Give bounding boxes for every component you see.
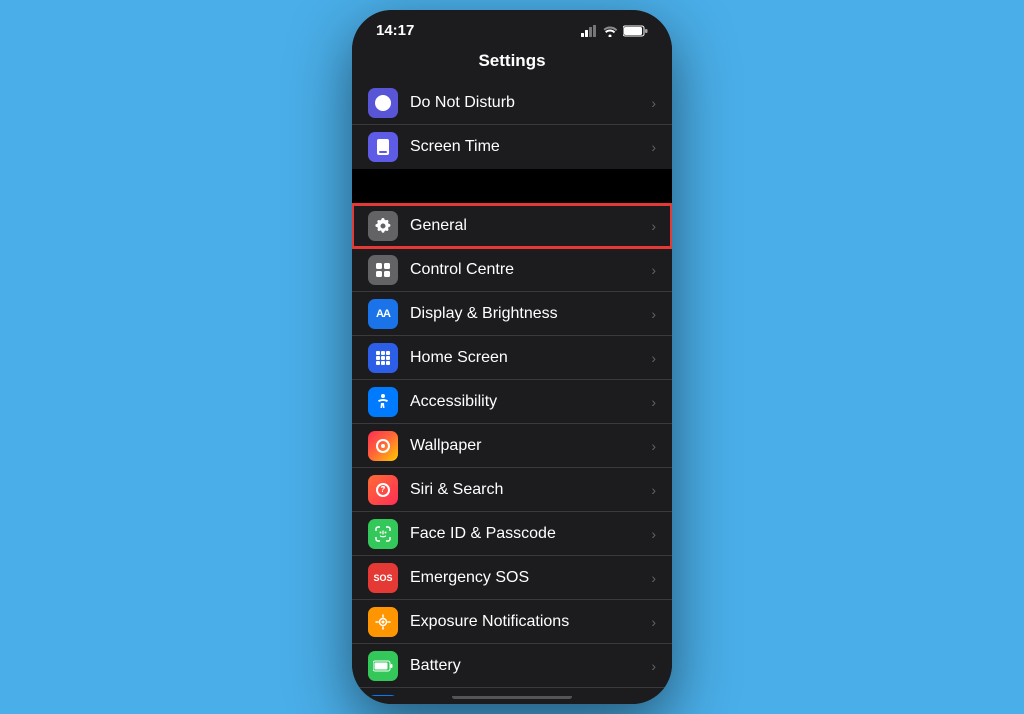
control-centre-label: Control Centre — [410, 261, 647, 279]
control-centre-item[interactable]: Control Centre › — [352, 248, 672, 292]
accessibility-label: Accessibility — [410, 393, 647, 411]
screen-time-label: Screen Time — [410, 138, 647, 156]
privacy-icon — [368, 695, 398, 696]
general-label: General — [410, 217, 647, 235]
home-screen-chevron: › — [651, 350, 656, 366]
section-do-not-disturb: Do Not Disturb › Screen Time › — [352, 81, 672, 169]
emergency-sos-icon: SOS — [368, 563, 398, 593]
do-not-disturb-chevron: › — [651, 95, 656, 111]
battery-label: Battery — [410, 657, 647, 675]
home-screen-icon — [368, 343, 398, 373]
home-screen-label: Home Screen — [410, 349, 647, 367]
exposure-label: Exposure Notifications — [410, 613, 647, 631]
wallpaper-label: Wallpaper — [410, 437, 647, 455]
display-brightness-item[interactable]: AA Display & Brightness › — [352, 292, 672, 336]
accessibility-item[interactable]: Accessibility › — [352, 380, 672, 424]
signal-icon — [581, 25, 597, 37]
face-id-chevron: › — [651, 526, 656, 542]
status-icons — [581, 25, 648, 37]
screen-time-icon — [368, 132, 398, 162]
siri-search-chevron: › — [651, 482, 656, 498]
home-indicator-bar — [352, 696, 672, 704]
emergency-sos-chevron: › — [651, 570, 656, 586]
control-centre-icon — [368, 255, 398, 285]
do-not-disturb-item[interactable]: Do Not Disturb › — [352, 81, 672, 125]
wallpaper-chevron: › — [651, 438, 656, 454]
emergency-sos-label: Emergency SOS — [410, 569, 647, 587]
accessibility-chevron: › — [651, 394, 656, 410]
home-screen-item[interactable]: Home Screen › — [352, 336, 672, 380]
battery-icon — [623, 25, 648, 37]
screen-title: Settings — [352, 43, 672, 81]
settings-list[interactable]: Do Not Disturb › Screen Time › — [352, 81, 672, 696]
face-id-icon — [368, 519, 398, 549]
siri-search-label: Siri & Search — [410, 481, 647, 499]
privacy-item[interactable]: Privacy › — [352, 688, 672, 696]
exposure-item[interactable]: Exposure Notifications › — [352, 600, 672, 644]
section-gap-1 — [352, 169, 672, 204]
display-brightness-icon: AA — [368, 299, 398, 329]
section-general: General › Control Centre › AA Display — [352, 204, 672, 696]
siri-search-icon — [368, 475, 398, 505]
siri-search-item[interactable]: Siri & Search › — [352, 468, 672, 512]
display-brightness-label: Display & Brightness — [410, 305, 647, 323]
accessibility-icon — [368, 387, 398, 417]
screen-time-chevron: › — [651, 139, 656, 155]
wallpaper-item[interactable]: Wallpaper › — [352, 424, 672, 468]
battery-item[interactable]: Battery › — [352, 644, 672, 688]
face-id-label: Face ID & Passcode — [410, 525, 647, 543]
wifi-icon — [602, 25, 618, 37]
screen-time-item[interactable]: Screen Time › — [352, 125, 672, 169]
status-bar: 14:17 — [352, 10, 672, 43]
status-time: 14:17 — [376, 22, 414, 39]
phone-frame: 14:17 Settings — [352, 10, 672, 704]
do-not-disturb-icon — [368, 88, 398, 118]
exposure-chevron: › — [651, 614, 656, 630]
face-id-item[interactable]: Face ID & Passcode › — [352, 512, 672, 556]
general-icon — [368, 211, 398, 241]
battery-chevron: › — [651, 658, 656, 674]
general-item[interactable]: General › — [352, 204, 672, 248]
display-brightness-chevron: › — [651, 306, 656, 322]
do-not-disturb-label: Do Not Disturb — [410, 94, 647, 112]
battery-icon — [368, 651, 398, 681]
general-chevron: › — [651, 218, 656, 234]
control-centre-chevron: › — [651, 262, 656, 278]
emergency-sos-item[interactable]: SOS Emergency SOS › — [352, 556, 672, 600]
exposure-icon — [368, 607, 398, 637]
wallpaper-icon — [368, 431, 398, 461]
